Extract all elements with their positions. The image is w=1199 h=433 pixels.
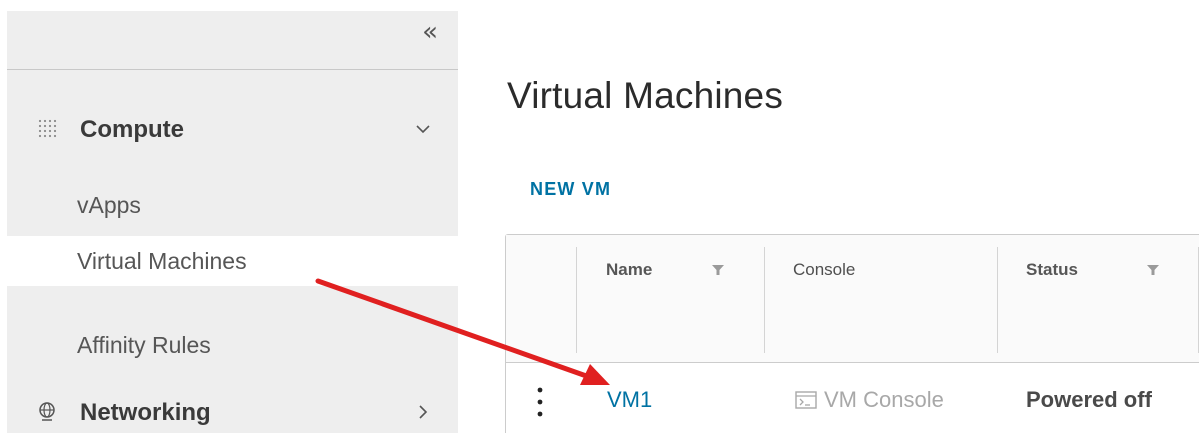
vm-console-link[interactable]: VM Console <box>824 387 944 413</box>
sidebar-item-vapps[interactable]: vApps <box>7 180 458 230</box>
sidebar-group-networking[interactable]: Networking <box>7 391 458 433</box>
column-header-status[interactable]: Status <box>1026 260 1078 280</box>
column-header-console[interactable]: Console <box>793 260 855 280</box>
vm-name-link[interactable]: VM1 <box>607 387 652 413</box>
more-actions-icon[interactable] <box>536 385 544 419</box>
collapse-sidebar-button[interactable]: « <box>422 17 438 47</box>
column-separator[interactable] <box>576 247 577 353</box>
chevron-down-icon[interactable] <box>414 120 432 138</box>
filter-icon[interactable] <box>711 263 725 277</box>
vcloud-page: « Compute vApps Virtual Machines Affinit… <box>0 0 1199 433</box>
column-separator[interactable] <box>764 247 765 353</box>
sidebar-item-label: vApps <box>77 192 141 218</box>
sidebar-group-label: Compute <box>80 116 184 143</box>
column-separator[interactable] <box>997 247 998 353</box>
sidebar-item-label: Virtual Machines <box>77 248 247 274</box>
sidebar-item-virtual-machines[interactable]: Virtual Machines <box>7 236 458 286</box>
main-content: Virtual Machines NEW VM Name Console Sta… <box>458 0 1199 433</box>
datagrid-header: Name Console Status <box>506 235 1199 363</box>
vm-datagrid: Name Console Status VM1 VM Console Power… <box>505 234 1199 433</box>
table-row: VM1 VM Console Powered off <box>506 363 1199 433</box>
network-globe-icon <box>39 402 55 421</box>
vm-status: Powered off <box>1026 387 1152 412</box>
sidebar-item-label: Affinity Rules <box>77 332 211 358</box>
sidebar-item-affinity-rules[interactable]: Affinity Rules <box>7 320 458 370</box>
sidebar-group-compute[interactable]: Compute <box>7 108 458 152</box>
filter-icon[interactable] <box>1146 263 1160 277</box>
sidebar: « Compute vApps Virtual Machines Affinit… <box>7 11 458 433</box>
sidebar-group-label: Networking <box>80 399 211 426</box>
column-header-name[interactable]: Name <box>606 260 652 280</box>
page-title: Virtual Machines <box>507 74 784 116</box>
new-vm-button[interactable]: NEW VM <box>530 179 611 199</box>
sidebar-collapse-bar: « <box>7 11 458 70</box>
console-icon[interactable] <box>795 391 817 409</box>
chevron-right-icon[interactable] <box>414 403 432 421</box>
grid-dots-icon <box>38 119 57 138</box>
